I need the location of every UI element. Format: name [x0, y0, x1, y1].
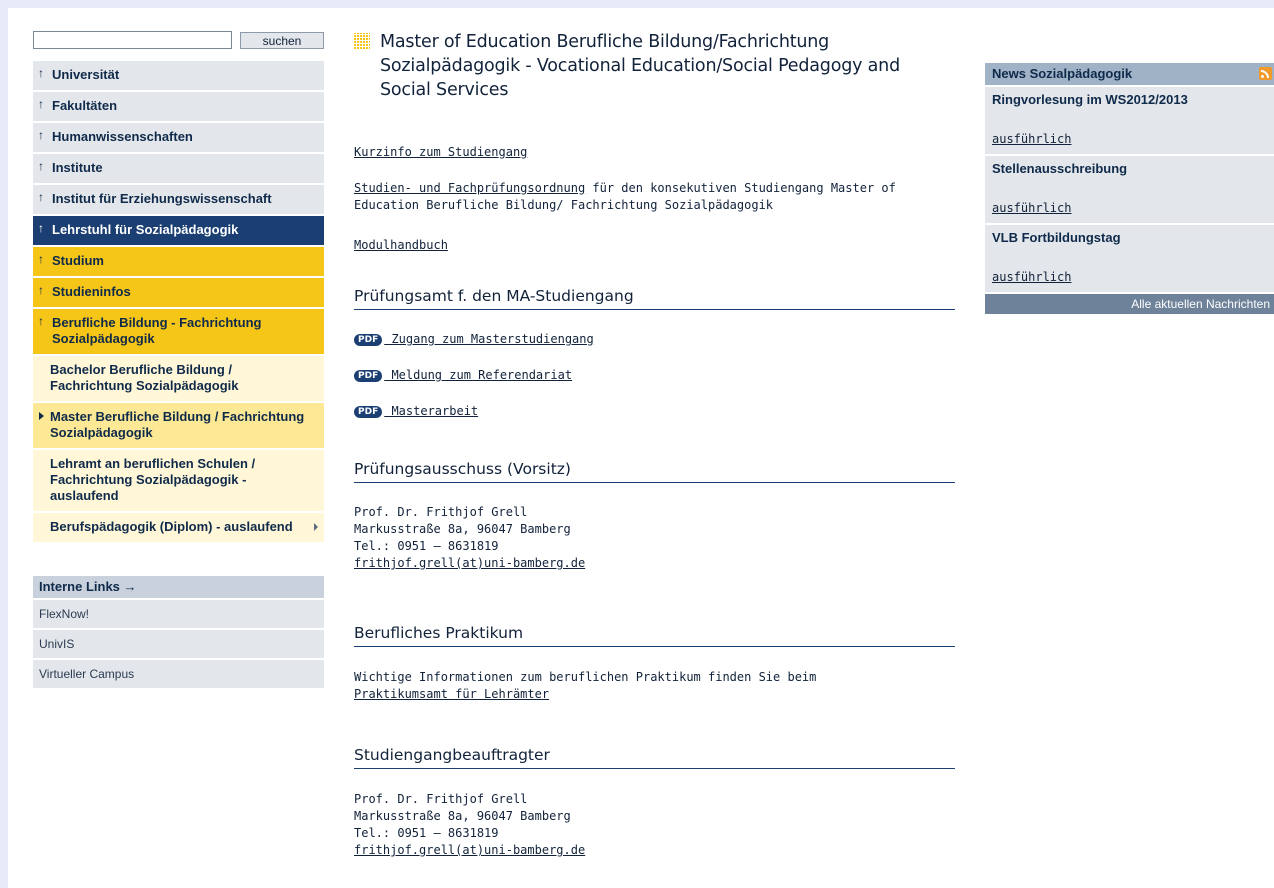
nav-item-humanwissenschaften[interactable]: ↑ Humanwissenschaften [33, 123, 324, 152]
nav-item-label: Studium [52, 253, 104, 268]
contact-email-link[interactable]: frithjof.grell(at)uni-bamberg.de [354, 842, 585, 859]
section-heading-beauftragter: Studiengangbeauftragter [354, 746, 955, 769]
nav-item-label: Institut für Erziehungswissenschaft [52, 191, 272, 206]
pdf-icon: PDF [354, 333, 383, 346]
section-heading-ausschuss: Prüfungsausschuss (Vorsitz) [354, 460, 955, 483]
arrow-up-icon: ↑ [38, 159, 44, 173]
arrow-up-icon: ↑ [38, 314, 44, 328]
search-input[interactable] [33, 31, 232, 49]
nav-item-institut-erziehungswissenschaft[interactable]: ↑ Institut für Erziehungswissenschaft [33, 185, 324, 214]
pruefungsordnung-link[interactable]: Studien- und Fachprüfungsordnung [354, 181, 585, 195]
praktikumsamt-link[interactable]: Praktikumsamt für Lehrämter [354, 687, 549, 701]
contact-block-beauftragter: Prof. Dr. Frithjof Grell Markusstraße 8a… [354, 791, 585, 859]
nav-item-lehrstuhl-sozialpaedagogik[interactable]: ↑ Lehrstuhl für Sozialpädagogik [33, 216, 324, 245]
nav-item-berufspaedagogik[interactable]: Berufspädagogik (Diplom) - auslaufend [33, 513, 324, 542]
section-heading-praktikum: Berufliches Praktikum [354, 624, 955, 647]
nav-item-institute[interactable]: ↑ Institute [33, 154, 324, 183]
pdf-link-masterarbeit[interactable]: Masterarbeit [384, 404, 478, 418]
nav-item-studieninfos[interactable]: ↑ Studieninfos [33, 278, 324, 307]
pdf-icon: PDF [354, 405, 383, 418]
arrow-up-icon: ↑ [38, 66, 44, 80]
nav-item-label: Institute [52, 160, 103, 175]
internal-link-univis[interactable]: UnivIS [33, 630, 324, 658]
nav-item-label: Fakultäten [52, 98, 118, 113]
nav-item-label: Berufliche Bildung - Fachrichtung Sozial… [52, 315, 262, 346]
nav-item-lehramt[interactable]: Lehramt an beruflichen Schulen / Fachric… [33, 450, 324, 511]
nav-item-label: Studieninfos [52, 284, 131, 299]
sidebar-nav: ↑ Universität ↑ Fakultäten ↑ Humanwissen… [33, 61, 324, 544]
news-entry: Stellenausschreibung ausführlich [985, 156, 1274, 223]
rss-icon[interactable] [1259, 67, 1272, 80]
internal-links-title: Interne Links → [33, 576, 324, 598]
grid-icon [354, 33, 370, 49]
nav-item-berufliche-bildung[interactable]: ↑ Berufliche Bildung - Fachrichtung Sozi… [33, 309, 324, 354]
arrow-up-icon: ↑ [38, 221, 44, 235]
news-header: News Sozialpädagogik [985, 63, 1274, 85]
news-entry-title[interactable]: Stellenausschreibung [992, 161, 1127, 176]
news-entry-title[interactable]: VLB Fortbildungstag [992, 230, 1121, 245]
arrow-up-icon: ↑ [38, 190, 44, 204]
pdf-link-zugang[interactable]: Zugang zum Masterstudiengang [384, 332, 593, 346]
internal-link-virtueller-campus[interactable]: Virtueller Campus [33, 660, 324, 688]
search-form: suchen [33, 31, 324, 51]
search-button[interactable]: suchen [240, 32, 324, 49]
caret-right-icon [39, 412, 44, 420]
modulhandbuch-link[interactable]: Modulhandbuch [354, 238, 448, 252]
pdf-link-referendariat[interactable]: Meldung zum Referendariat [384, 368, 572, 382]
praktikum-text: Wichtige Informationen zum beruflichen P… [354, 670, 817, 684]
pdf-file-item[interactable]: PDF Zugang zum Masterstudiengang [354, 331, 594, 348]
nav-item-label: Lehrstuhl für Sozialpädagogik [52, 222, 239, 237]
internal-links: Interne Links → FlexNow! UnivIS Virtuell… [33, 576, 324, 688]
pdf-file-item[interactable]: PDF Masterarbeit [354, 403, 478, 420]
kurzinfo-paragraph: Kurzinfo zum Studiengang [354, 144, 527, 161]
arrow-up-icon: ↑ [38, 252, 44, 266]
page-title: Master of Education Berufliche Bildung/F… [380, 32, 900, 100]
pdf-file-item[interactable]: PDF Meldung zum Referendariat [354, 367, 572, 384]
pdf-icon: PDF [354, 369, 383, 382]
main-content: Master of Education Berufliche Bildung/F… [354, 30, 955, 857]
contact-email-link[interactable]: frithjof.grell(at)uni-bamberg.de [354, 555, 585, 572]
pruefungsordnung-paragraph: Studien- und Fachprüfungsordnung für den… [354, 180, 954, 214]
contact-block-ausschuss: Prof. Dr. Frithjof Grell Markusstraße 8a… [354, 504, 585, 572]
internal-link-flexnow[interactable]: FlexNow! [33, 600, 324, 628]
arrow-up-icon: ↑ [38, 128, 44, 142]
nav-item-fakultaeten[interactable]: ↑ Fakultäten [33, 92, 324, 121]
page: suchen ↑ Universität ↑ Fakultäten ↑ Huma… [8, 8, 1274, 888]
contact-name: Prof. Dr. Frithjof Grell [354, 792, 528, 806]
news-box: News Sozialpädagogik Ringvorlesung im WS… [985, 63, 1274, 314]
news-more-link[interactable]: ausführlich [992, 132, 1071, 146]
contact-name: Prof. Dr. Frithjof Grell [354, 505, 528, 519]
news-entry-title[interactable]: Ringvorlesung im WS2012/2013 [992, 92, 1188, 107]
nav-item-universitaet[interactable]: ↑ Universität [33, 61, 324, 90]
news-title: News Sozialpädagogik [992, 66, 1133, 81]
nav-item-label: Humanwissenschaften [52, 129, 193, 144]
nav-item-label: Lehramt an beruflichen Schulen / Fachric… [50, 456, 256, 503]
nav-item-bachelor[interactable]: Bachelor Berufliche Bildung / Fachrichtu… [33, 356, 324, 401]
modulhandbuch-paragraph: Modulhandbuch [354, 237, 448, 254]
arrow-up-icon: ↑ [38, 283, 44, 297]
kurzinfo-link[interactable]: Kurzinfo zum Studiengang [354, 145, 527, 159]
contact-phone: Tel.: 0951 – 8631819 [354, 826, 499, 840]
arrow-up-icon: ↑ [38, 97, 44, 111]
nav-item-label: Universität [52, 67, 120, 82]
contact-address: Markusstraße 8a, 96047 Bamberg [354, 522, 571, 536]
news-entry: VLB Fortbildungstag ausführlich [985, 225, 1274, 292]
submenu-arrow-icon [314, 523, 318, 531]
news-entry: Ringvorlesung im WS2012/2013 ausführlich [985, 87, 1274, 154]
news-more-link[interactable]: ausführlich [992, 201, 1071, 215]
nav-item-label: Bachelor Berufliche Bildung / Fachrichtu… [50, 362, 239, 393]
section-heading-pruefungsamt: Prüfungsamt f. den MA-Studiengang [354, 287, 955, 310]
nav-item-label: Master Berufliche Bildung / Fachrichtung… [50, 409, 305, 440]
contact-phone: Tel.: 0951 – 8631819 [354, 539, 499, 553]
contact-address: Markusstraße 8a, 96047 Bamberg [354, 809, 571, 823]
praktikum-paragraph: Wichtige Informationen zum beruflichen P… [354, 669, 954, 703]
nav-item-studium[interactable]: ↑ Studium [33, 247, 324, 276]
news-more-link[interactable]: ausführlich [992, 270, 1071, 284]
all-news-link[interactable]: Alle aktuellen Nachrichten [985, 294, 1274, 314]
nav-item-master-selected[interactable]: Master Berufliche Bildung / Fachrichtung… [33, 403, 324, 448]
nav-item-label: Berufspädagogik (Diplom) - auslaufend [50, 519, 293, 534]
